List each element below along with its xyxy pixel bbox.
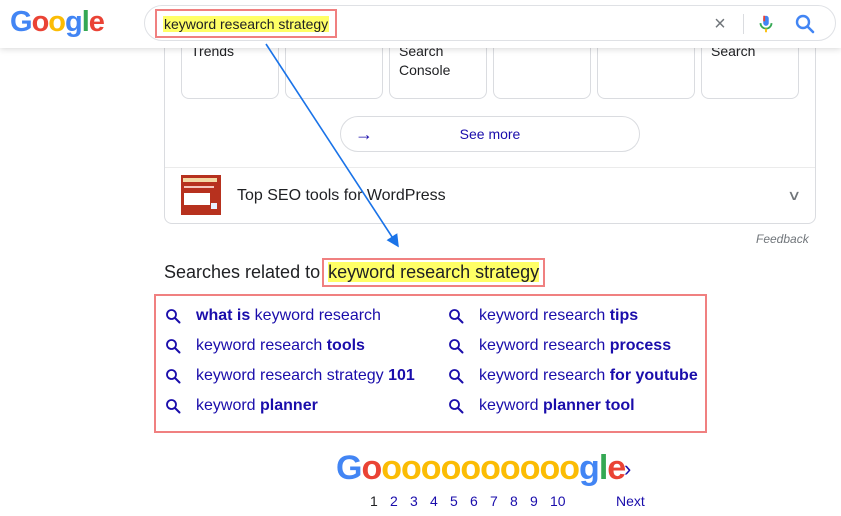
related-search-link[interactable]: keyword research tools <box>165 337 365 355</box>
close-icon[interactable]: × <box>709 13 731 35</box>
page-number: 1 <box>370 493 378 509</box>
search-icon <box>449 369 464 384</box>
related-search-link[interactable]: keyword research for youtube <box>448 367 698 385</box>
search-header: Google keyword research strategy × <box>0 0 841 48</box>
related-search-text: keyword research process <box>479 337 672 354</box>
page-numbers: 1 2 3 4 5 6 7 8 9 10 <box>370 493 570 509</box>
query-annotation-box: keyword research strategy <box>155 9 338 38</box>
divider <box>165 167 815 168</box>
next-page-link[interactable]: Next <box>616 493 645 509</box>
related-search-text: keyword research tools <box>196 337 365 354</box>
feedback-link[interactable]: Feedback <box>756 232 809 246</box>
related-search-link[interactable]: keyword planner tool <box>448 397 635 415</box>
chevron-down-icon[interactable]: ∨ <box>787 187 801 204</box>
logo-letter: e <box>88 6 105 38</box>
page-number[interactable]: 6 <box>470 493 490 509</box>
logo-letter: g <box>65 6 83 38</box>
tool-card-label: Console <box>399 62 451 78</box>
page-number[interactable]: 9 <box>530 493 550 509</box>
see-more-button[interactable]: → See more <box>340 116 640 152</box>
article-thumbnail[interactable] <box>181 175 221 215</box>
logo-letter: o <box>48 6 66 38</box>
related-search-text: keyword research tips <box>479 307 639 324</box>
search-box[interactable]: keyword research strategy × <box>144 5 836 41</box>
related-search-text: keyword planner tool <box>479 397 635 414</box>
google-logo[interactable]: Google <box>10 6 105 39</box>
heading-prefix: Searches related to <box>164 262 321 282</box>
related-search-link[interactable]: keyword research tips <box>448 307 638 325</box>
logo-letter: o <box>31 6 50 38</box>
page-number[interactable]: 5 <box>450 493 470 509</box>
page-number[interactable]: 10 <box>550 493 570 509</box>
related-searches-heading: Searches related to keyword research str… <box>164 258 546 287</box>
logo-letter: l <box>81 6 90 38</box>
search-icon <box>166 339 181 354</box>
page-number[interactable]: 4 <box>430 493 450 509</box>
search-icon[interactable] <box>793 12 817 36</box>
search-icon <box>166 399 181 414</box>
heading-query-annotation: keyword research strategy <box>322 258 546 287</box>
search-icon <box>166 369 181 384</box>
expandable-item-title[interactable]: Top SEO tools for WordPress <box>237 187 446 205</box>
search-icon <box>449 399 464 414</box>
related-search-link[interactable]: keyword planner <box>165 397 318 415</box>
related-search-text: keyword research for youtube <box>479 367 698 384</box>
related-search-text: keyword research strategy 101 <box>196 367 415 384</box>
see-more-label: See more <box>459 126 521 142</box>
page-number[interactable]: 3 <box>410 493 430 509</box>
page-number[interactable]: 7 <box>490 493 510 509</box>
search-icon <box>166 309 181 324</box>
related-search-link[interactable]: what is keyword research <box>165 307 381 325</box>
page-number[interactable]: 2 <box>390 493 410 509</box>
logo-letter: G <box>10 6 33 38</box>
tools-panel: Trends Search Console Search → See more … <box>164 1 816 224</box>
pagination-logo: Gooooooooooogle <box>336 449 626 487</box>
mic-icon[interactable] <box>755 12 777 36</box>
related-search-link[interactable]: keyword research strategy 101 <box>165 367 415 385</box>
next-arrow-icon[interactable]: › <box>624 456 631 482</box>
divider <box>743 14 744 34</box>
related-search-text: keyword planner <box>196 397 318 414</box>
related-search-link[interactable]: keyword research process <box>448 337 671 355</box>
related-search-text: what is keyword research <box>196 307 381 324</box>
search-input[interactable]: keyword research strategy <box>163 15 330 32</box>
page-number[interactable]: 8 <box>510 493 530 509</box>
search-icon <box>449 309 464 324</box>
search-icon <box>449 339 464 354</box>
heading-query: keyword research strategy <box>328 262 540 282</box>
